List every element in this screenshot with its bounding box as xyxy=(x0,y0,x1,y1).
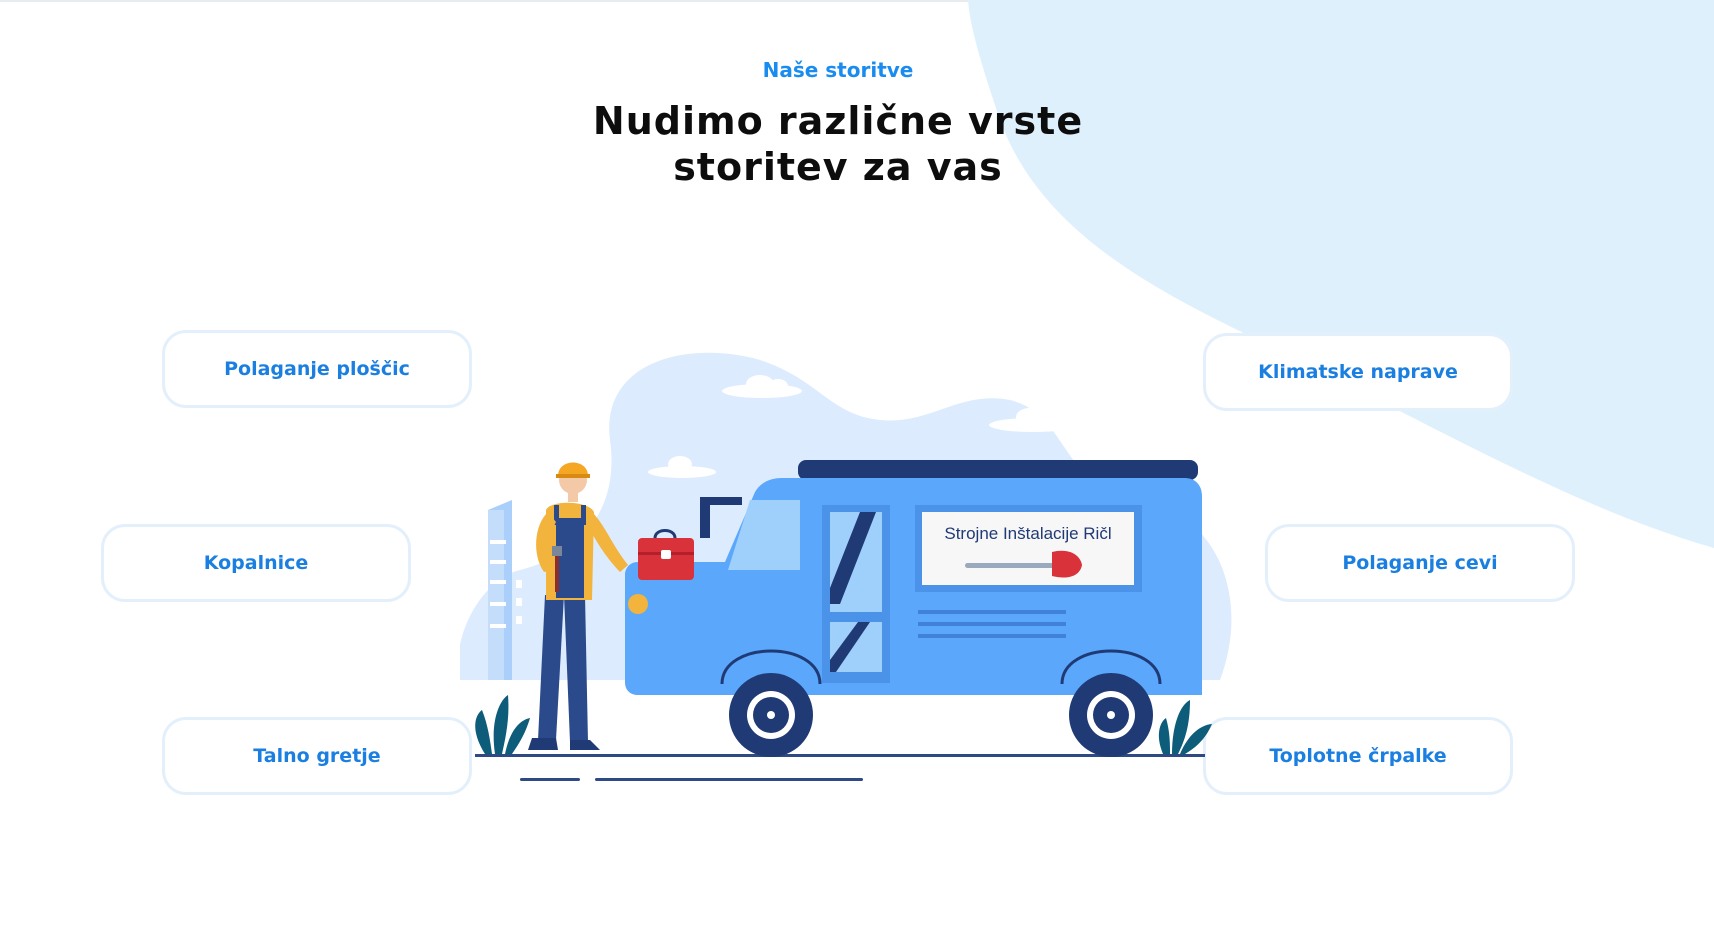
service-card-talno-gretje[interactable]: Talno gretje xyxy=(162,717,472,795)
top-divider xyxy=(0,0,1714,2)
service-card-klimatske-naprave[interactable]: Klimatske naprave xyxy=(1203,333,1513,411)
service-card-polaganje-cevi[interactable]: Polaganje cevi xyxy=(1265,524,1575,602)
service-card-polaganje-ploscic[interactable]: Polaganje ploščic xyxy=(162,330,472,408)
wheel-icon xyxy=(729,673,813,757)
wheel-icon xyxy=(1069,673,1153,757)
section-heading: Nudimo različne vrste storitev za vas xyxy=(592,99,1084,189)
road-mark xyxy=(595,778,863,781)
plant-icon xyxy=(475,695,530,754)
section-eyebrow: Naše storitve xyxy=(762,58,914,82)
service-card-toplotne-crpalke[interactable]: Toplotne črpalke xyxy=(1203,717,1513,795)
plant-icon xyxy=(1158,700,1212,754)
van-sign-text: Strojne Inštalacije Ričl xyxy=(944,524,1111,543)
road-mark xyxy=(520,778,580,781)
ground-line xyxy=(475,754,1205,757)
plumber-van-illustration: Strojne Inštalacije Ričl xyxy=(460,352,1232,781)
service-card-kopalnice[interactable]: Kopalnice xyxy=(101,524,411,602)
